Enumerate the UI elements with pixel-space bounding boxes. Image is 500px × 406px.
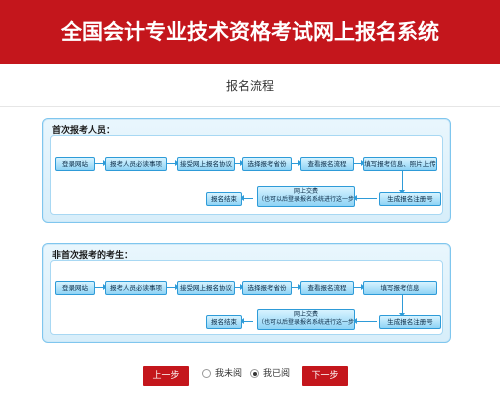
flow-arrow	[292, 284, 302, 290]
step-finish: 报名结束	[206, 315, 242, 329]
app-header: 全国会计专业技术资格考试网上报名系统	[0, 0, 500, 64]
step-accept-agreement: 接受网上报名协议	[177, 157, 235, 171]
step-fill-info: 填写报考信息、照片上传	[363, 157, 437, 171]
panel-returning: 非首次报考的考生： 登录网站 报考人员必读事项 接受网上报名协议 选择报考省份 …	[42, 243, 451, 343]
flow-arrow	[354, 284, 365, 290]
flow-arrow-left	[353, 318, 377, 324]
flow-arrow	[95, 160, 107, 166]
step-read-notice: 报考人员必读事项	[105, 157, 167, 171]
step-view-process: 查看报名流程	[300, 157, 354, 171]
flow-arrow	[95, 284, 107, 290]
flow-arrow	[354, 160, 365, 166]
flow-arrow	[167, 284, 179, 290]
step-fill-info: 填写报考信息	[363, 281, 437, 295]
divider	[0, 106, 500, 107]
flow-area: 登录网站 报考人员必读事项 接受网上报名协议 选择报考省份 查看报名流程 填写报…	[50, 135, 443, 215]
step-generate-reg-number: 生成报名注册号	[379, 192, 441, 206]
step-view-process: 查看报名流程	[300, 281, 354, 295]
step-finish: 报名结束	[206, 192, 242, 206]
flow-arrow-down	[399, 294, 405, 317]
panel-first-time: 首次报考人员： 登录网站 报考人员必读事项 接受网上报名协议 选择报考省份 查看…	[42, 118, 451, 223]
flow-area: 登录网站 报考人员必读事项 接受网上报名协议 选择报考省份 查看报名流程 填写报…	[50, 260, 443, 335]
flow-arrow	[235, 284, 244, 290]
app-title: 全国会计专业技术资格考试网上报名系统	[61, 20, 439, 44]
radio-read[interactable]	[250, 369, 259, 378]
step-login-site: 登录网站	[55, 157, 95, 171]
step-select-province: 选择报考省份	[242, 281, 292, 295]
step-accept-agreement: 接受网上报名协议	[177, 281, 235, 295]
radio-unread[interactable]	[202, 369, 211, 378]
payment-note: （也可以后登录报名系统进行这一步）	[258, 196, 355, 203]
flow-arrow-left	[353, 195, 377, 201]
payment-label: 网上交费	[293, 188, 318, 195]
next-button[interactable]: 下一步	[302, 366, 348, 386]
radio-read-option[interactable]: 我已阅	[250, 367, 290, 381]
flow-arrow	[167, 160, 179, 166]
step-login-site: 登录网站	[55, 281, 95, 295]
payment-note: （也可以后登录报名系统进行这一步）	[258, 319, 355, 326]
flow-arrow-down	[399, 170, 405, 194]
flow-arrow-left	[240, 195, 253, 201]
step-select-province: 选择报考省份	[242, 157, 292, 171]
prev-button[interactable]: 上一步	[143, 366, 189, 386]
radio-read-label: 我已阅	[263, 369, 291, 379]
step-online-payment: 网上交费 （也可以后登录报名系统进行这一步）	[257, 186, 355, 207]
flow-arrow	[292, 160, 302, 166]
radio-unread-option[interactable]: 我未阅	[202, 367, 242, 381]
radio-unread-label: 我未阅	[215, 369, 243, 379]
flow-arrow	[235, 160, 244, 166]
page-title: 报名流程	[225, 79, 274, 93]
step-read-notice: 报考人员必读事项	[105, 281, 167, 295]
payment-label: 网上交费	[293, 311, 318, 318]
flow-arrow-left	[240, 318, 253, 324]
step-online-payment: 网上交费 （也可以后登录报名系统进行这一步）	[257, 309, 355, 330]
step-generate-reg-number: 生成报名注册号	[379, 315, 441, 329]
